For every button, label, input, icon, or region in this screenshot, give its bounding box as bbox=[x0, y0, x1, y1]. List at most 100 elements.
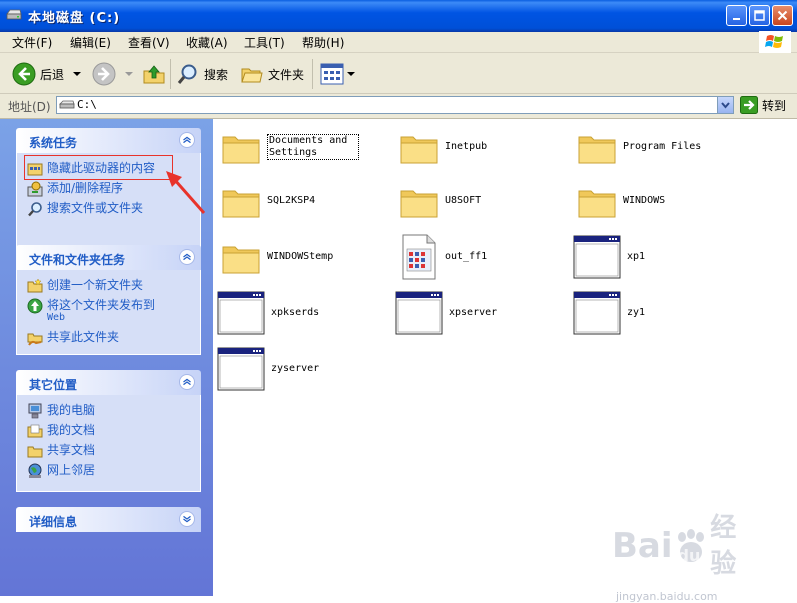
title-bar[interactable]: 本地磁盘 (C:) bbox=[0, 0, 797, 32]
folders-button[interactable]: 文件夹 bbox=[240, 61, 304, 87]
app-zyserver[interactable]: zyserver bbox=[217, 347, 359, 391]
task-label: 创建一个新文件夹 bbox=[47, 278, 144, 292]
menu-file[interactable]: 文件(F) bbox=[12, 34, 52, 51]
folder-windows[interactable]: WINDOWS bbox=[577, 181, 711, 221]
file-tasks-title: 文件和文件夹任务 bbox=[29, 253, 126, 267]
file-out-ff1[interactable]: out_ff1 bbox=[399, 233, 533, 281]
expand-icon[interactable] bbox=[179, 511, 195, 527]
watermark-paw: du bbox=[677, 546, 701, 565]
place-network[interactable]: 网上邻居 bbox=[27, 463, 95, 479]
application-icon bbox=[395, 291, 443, 335]
maximize-icon bbox=[754, 10, 765, 21]
annotation-arrow-icon bbox=[166, 171, 206, 214]
views-button[interactable] bbox=[320, 61, 356, 87]
task-label: 搜索文件或文件夹 bbox=[47, 201, 144, 215]
details-title: 详细信息 bbox=[29, 515, 78, 529]
go-button[interactable]: 转到 bbox=[740, 96, 786, 114]
menu-edit[interactable]: 编辑(E) bbox=[70, 34, 111, 51]
menu-help[interactable]: 帮助(H) bbox=[302, 34, 344, 51]
menu-tools[interactable]: 工具(T) bbox=[244, 34, 285, 51]
file-name: SQL2KSP4 bbox=[267, 195, 316, 206]
folder-inetpub[interactable]: Inetpub bbox=[399, 127, 533, 167]
collapse-icon[interactable] bbox=[179, 249, 195, 265]
address-dropdown[interactable] bbox=[717, 97, 733, 113]
app-xpkserds[interactable]: xpkserds bbox=[217, 291, 359, 335]
window-title: 本地磁盘 (C:) bbox=[28, 11, 121, 26]
minimize-icon bbox=[732, 17, 740, 20]
folders-icon bbox=[241, 68, 263, 83]
place-my-documents[interactable]: 我的文档 bbox=[27, 423, 95, 439]
folder-documents-and-settings[interactable]: Documents and Settings bbox=[221, 127, 359, 167]
highlight-box bbox=[24, 155, 173, 180]
forward-button[interactable] bbox=[92, 61, 136, 87]
file-name: WINDOWStemp bbox=[267, 251, 334, 262]
watermark-brand: Bai bbox=[612, 526, 673, 566]
task-share-folder[interactable]: 共享此文件夹 bbox=[27, 330, 119, 346]
task-new-folder[interactable]: 创建一个新文件夹 bbox=[27, 278, 143, 294]
file-name: zy1 bbox=[627, 307, 646, 318]
task-add-remove-programs[interactable]: 添加/删除程序 bbox=[27, 181, 123, 197]
folder-icon bbox=[222, 190, 260, 218]
app-xpserver[interactable]: xpserver bbox=[395, 291, 537, 335]
file-tasks-header[interactable]: 文件和文件夹任务 bbox=[16, 245, 201, 270]
place-label: 网上邻居 bbox=[47, 463, 96, 477]
drive-icon bbox=[6, 9, 22, 20]
menu-view[interactable]: 查看(V) bbox=[128, 34, 170, 51]
folder-program-files[interactable]: Program Files bbox=[577, 127, 711, 167]
back-button[interactable]: 后退 bbox=[12, 61, 84, 87]
address-input[interactable]: C:\ bbox=[56, 96, 734, 114]
add-remove-icon bbox=[27, 181, 43, 197]
app-xp1[interactable]: xp1 bbox=[573, 235, 715, 279]
up-folder-button[interactable] bbox=[142, 61, 166, 87]
task-label-web: Web bbox=[47, 312, 66, 323]
my-documents-icon bbox=[27, 424, 43, 438]
document-icon bbox=[402, 234, 436, 280]
chevron-down-icon bbox=[721, 102, 730, 109]
file-name: WINDOWS bbox=[623, 195, 666, 206]
folder-u8soft[interactable]: U8SOFT bbox=[399, 181, 533, 221]
share-folder-icon bbox=[27, 333, 43, 346]
app-zy1[interactable]: zy1 bbox=[573, 291, 715, 335]
place-my-computer[interactable]: 我的电脑 bbox=[27, 403, 95, 419]
details-header[interactable]: 详细信息 bbox=[16, 507, 201, 532]
task-label: 添加/删除程序 bbox=[47, 181, 124, 195]
file-name: xpkserds bbox=[271, 307, 320, 318]
other-places-header[interactable]: 其它位置 bbox=[16, 370, 201, 395]
place-shared-documents[interactable]: 共享文档 bbox=[27, 443, 95, 459]
forward-dropdown-icon[interactable] bbox=[122, 69, 136, 79]
collapse-icon[interactable] bbox=[179, 374, 195, 390]
folder-icon bbox=[578, 136, 616, 164]
address-value: C:\ bbox=[77, 98, 97, 111]
system-tasks-header[interactable]: 系统任务 bbox=[16, 128, 201, 153]
details-panel: 详细信息 bbox=[16, 507, 201, 532]
other-places-body: 我的电脑 我的文档 共享文档 网上邻居 bbox=[16, 395, 201, 492]
application-icon bbox=[573, 291, 621, 335]
folder-icon bbox=[578, 190, 616, 218]
task-search-files[interactable]: 搜索文件或文件夹 bbox=[27, 201, 143, 217]
file-tasks-panel: 文件和文件夹任务 创建一个新文件夹 将这个文件夹发布到 Web 共享此文件夹 bbox=[16, 245, 201, 355]
folders-label: 文件夹 bbox=[268, 67, 305, 82]
application-icon bbox=[217, 291, 265, 335]
back-label: 后退 bbox=[40, 67, 65, 82]
other-places-panel: 其它位置 我的电脑 我的文档 共享文档 网上邻居 bbox=[16, 370, 201, 492]
watermark-suffix: 经验 bbox=[710, 513, 737, 579]
task-label: 将这个文件夹发布到 bbox=[47, 298, 156, 312]
search-icon bbox=[177, 64, 197, 84]
collapse-icon[interactable] bbox=[179, 132, 195, 148]
publish-web-text: 将这个文件夹发布到 Web bbox=[47, 298, 155, 323]
application-icon bbox=[573, 235, 621, 279]
views-dropdown-icon[interactable] bbox=[346, 69, 356, 79]
close-button[interactable] bbox=[772, 5, 793, 26]
maximize-button[interactable] bbox=[749, 5, 770, 26]
minimize-button[interactable] bbox=[726, 5, 747, 26]
menu-favorites[interactable]: 收藏(A) bbox=[186, 34, 228, 51]
place-label: 我的文档 bbox=[47, 423, 96, 437]
forward-arrow-icon bbox=[92, 62, 116, 86]
task-publish-web[interactable]: 将这个文件夹发布到 Web bbox=[27, 298, 155, 323]
folder-windowstemp[interactable]: WINDOWStemp bbox=[221, 237, 355, 277]
back-dropdown-icon[interactable] bbox=[70, 69, 84, 79]
folder-icon bbox=[222, 246, 260, 274]
place-label: 共享文档 bbox=[47, 443, 96, 457]
search-button[interactable]: 搜索 bbox=[176, 61, 228, 87]
folder-sql2ksp4[interactable]: SQL2KSP4 bbox=[221, 181, 355, 221]
